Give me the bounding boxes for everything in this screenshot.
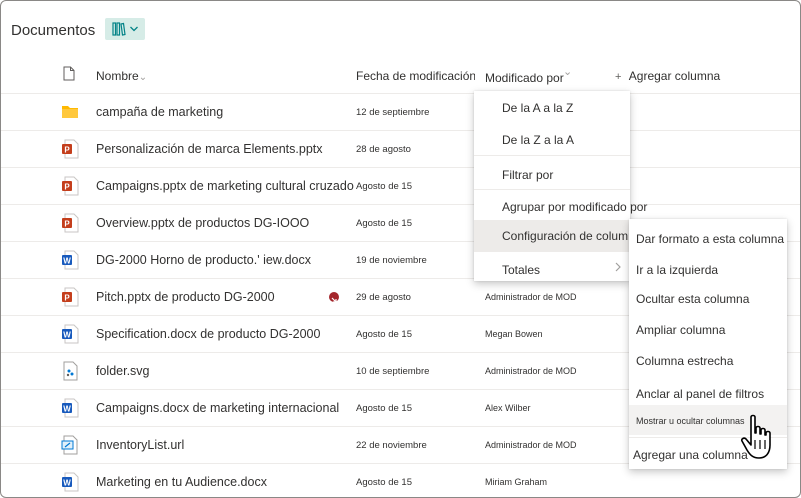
modified-by-name: Administrador de MOD [485, 292, 577, 302]
word-icon: W [61, 250, 79, 270]
chevron-right-icon [615, 262, 621, 272]
modified-by-name: Administrador de MOD [485, 440, 577, 450]
svg-text:W: W [63, 405, 71, 414]
hide-column-item[interactable]: Ocultar esta columna [629, 292, 787, 306]
file-name-link[interactable]: folder.svg [96, 364, 150, 378]
table-row[interactable]: P Personalización de marca Elements.pptx 2… [1, 130, 800, 167]
modified-date: Agosto de 15 [356, 181, 412, 192]
name-header-label: Nombre [96, 69, 139, 83]
format-column-item[interactable]: Dar formato a esta columna [629, 232, 787, 246]
svg-text:P: P [64, 220, 70, 229]
modified-date: Agosto de 15 [356, 477, 412, 488]
file-name-link[interactable]: Marketing en tu Audience.docx [96, 475, 267, 489]
url-file-icon [61, 435, 79, 455]
view-switcher-button[interactable] [105, 18, 145, 40]
totals-label: Totales [502, 263, 541, 277]
menu-divider [474, 155, 630, 156]
column-header-row: Nombre⌄ Fecha de modificación + Agregar … [1, 59, 800, 93]
svg-text:W: W [63, 479, 71, 488]
modified-by-name: Megan Bowen [485, 329, 543, 339]
sharepoint-library-window: Documentos Nombre⌄ Fecha de modificación… [0, 0, 801, 498]
modified-by-name: Alex Wilber [485, 403, 531, 413]
file-name-link[interactable]: Overview.pptx de productos DG-IOOO [96, 216, 309, 230]
table-row[interactable]: campaña de marketing 12 de septiembre [1, 93, 800, 130]
filter-by-item[interactable]: Filtrar por [474, 168, 630, 182]
library-title: Documentos [11, 22, 96, 39]
modified-by-column-header[interactable]: Modificado por ⌄ [475, 62, 577, 92]
word-icon: W [61, 324, 79, 344]
powerpoint-icon: P [61, 139, 79, 159]
sort-chevron-icon: ⌄ [138, 72, 148, 83]
modified-date: Agosto de 15 [356, 329, 412, 340]
file-name-link[interactable]: InventoryList.url [96, 438, 184, 452]
svg-text:P: P [64, 146, 70, 155]
powerpoint-icon: P [61, 213, 79, 233]
group-by-item[interactable]: Agrupar por modificado por [474, 200, 647, 214]
word-icon: W [61, 398, 79, 418]
modified-date: 28 de agosto [356, 144, 411, 155]
download-alert-icon[interactable] [329, 292, 339, 303]
modified-date: Agosto de 15 [356, 218, 412, 229]
svg-file-icon [61, 361, 79, 381]
svg-text:P: P [64, 183, 70, 192]
pin-to-filters-pane-item[interactable]: Anclar al panel de filtros [629, 387, 787, 401]
file-name-link[interactable]: Personalización de marca Elements.pptx [96, 142, 323, 156]
name-column-header[interactable]: Nombre⌄ [96, 69, 147, 83]
add-column-label: Agregar columna [628, 69, 721, 83]
svg-text:W: W [63, 331, 71, 340]
plus-icon: + [615, 71, 622, 83]
chevron-down-icon [129, 26, 138, 32]
hand-pointer-cursor-icon [741, 414, 771, 459]
svg-text:W: W [63, 257, 71, 266]
move-left-item[interactable]: Ir a la izquierda [629, 263, 787, 277]
modified-date: 19 de noviembre [356, 255, 427, 266]
column-settings-item[interactable]: Configuración de columna [474, 220, 641, 252]
sort-a-to-z-item[interactable]: De la A a la Z [474, 101, 630, 115]
narrow-column-item[interactable]: Columna estrecha [629, 354, 787, 368]
file-name-link[interactable]: Pitch.pptx de producto DG-2000 [96, 290, 275, 304]
modified-by-name: Miriam Graham [485, 477, 548, 487]
powerpoint-icon: P [61, 176, 79, 196]
modified-by-name: Administrador de MOD [485, 366, 577, 376]
modified-date: Agosto de 15 [356, 403, 412, 414]
folder-icon [61, 102, 79, 122]
sort-z-to-a-item[interactable]: De la Z a la A [474, 133, 630, 147]
widen-column-item[interactable]: Ampliar columna [629, 323, 787, 337]
file-type-header-icon[interactable] [63, 66, 75, 81]
menu-divider [474, 189, 630, 190]
library-view-icon [111, 22, 126, 36]
svg-text:P: P [64, 294, 70, 303]
modified-column-header[interactable]: Fecha de modificación [356, 69, 476, 83]
modified-date: 29 de agosto [356, 292, 411, 303]
modified-date: 22 de noviembre [356, 440, 427, 451]
modified-date: 12 de septiembre [356, 107, 430, 118]
totals-item[interactable]: Totales [474, 262, 630, 277]
file-name-link[interactable]: Campaigns.docx de marketing internaciona… [96, 401, 339, 415]
add-column-header[interactable]: + Agregar columna [615, 69, 720, 83]
word-icon: W [61, 472, 79, 492]
file-name-link[interactable]: Specification.docx de producto DG-2000 [96, 327, 320, 341]
table-row[interactable]: P Campaigns.pptx de marketing cultural cr… [1, 167, 800, 204]
file-name-link[interactable]: DG-2000 Horno de producto.' iew.docx [96, 253, 311, 267]
file-name-link[interactable]: Campaigns.pptx de marketing cultural cru… [96, 179, 354, 193]
powerpoint-icon: P [61, 287, 79, 307]
modified-date: 10 de septiembre [356, 366, 430, 377]
file-name-link[interactable]: campaña de marketing [96, 105, 223, 119]
sort-chevron-icon: ⌄ [563, 66, 573, 78]
column-context-menu: De la A a la Z De la Z a la A Filtrar po… [474, 91, 647, 281]
modified-by-header-label: Modificado por [485, 71, 564, 85]
